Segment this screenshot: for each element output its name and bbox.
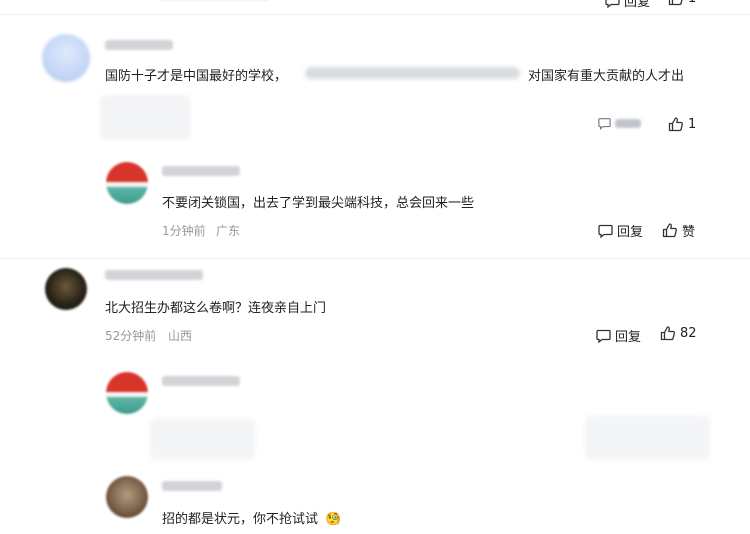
username-blurred[interactable]	[162, 481, 222, 491]
blurred-block	[150, 418, 255, 460]
top-partial-meta	[160, 0, 280, 3]
like-button[interactable]: 1	[668, 117, 696, 132]
comment-time: 1分钟前	[162, 224, 206, 238]
reply-label: 回复	[617, 225, 644, 240]
thumbs-up-icon	[668, 0, 684, 6]
like-button[interactable]: 赞	[662, 221, 695, 240]
divider	[0, 258, 750, 259]
reply-button[interactable]: 回复	[598, 221, 643, 240]
comment-text-content: 招的都是状元，你不抢试试	[162, 512, 319, 527]
comment-text: 北大招生办都这么卷啊？连夜亲自上门	[105, 301, 327, 316]
comment-icon	[598, 224, 613, 238]
thumbs-up-icon	[668, 117, 684, 132]
avatar[interactable]	[45, 268, 87, 310]
like-button-top[interactable]: 1	[668, 0, 696, 6]
like-count: 1	[688, 117, 697, 132]
blurred-block	[100, 95, 190, 140]
thumbs-up-icon	[660, 326, 676, 341]
reply-label-blurred	[615, 119, 641, 128]
comment-text-start: 国防十子才是中国最好的学校，	[105, 69, 288, 84]
avatar[interactable]	[106, 372, 148, 414]
comment-icon	[598, 117, 611, 130]
reply-button-top[interactable]: 回复	[605, 0, 650, 10]
reply-button[interactable]: 回复	[596, 326, 641, 345]
emoji: 🧐	[325, 512, 342, 527]
comment-text: 不要闭关锁国，出去了学到最尖端科技，总会回来一些	[162, 196, 475, 211]
comment-icon	[605, 0, 620, 8]
like-button[interactable]: 82	[660, 326, 697, 341]
comment-location: 广东	[216, 224, 241, 238]
comment-text-end: 对国家有重大贡献的人才出	[528, 69, 685, 84]
avatar[interactable]	[106, 476, 148, 518]
reply-label: 回复	[624, 0, 651, 10]
thumbs-up-icon	[662, 223, 678, 238]
like-count: 82	[680, 326, 697, 341]
comment-location: 山西	[168, 329, 193, 343]
blurred-block	[585, 415, 710, 460]
username-blurred[interactable]	[105, 40, 173, 50]
reply-button[interactable]	[598, 117, 641, 130]
divider	[0, 14, 750, 15]
username-blurred[interactable]	[162, 376, 240, 386]
avatar[interactable]	[106, 162, 148, 204]
comment-icon	[596, 329, 611, 343]
blurred-text	[305, 67, 520, 79]
comment-time: 52分钟前	[105, 329, 157, 343]
comment-text: 招的都是状元，你不抢试试 🧐	[162, 508, 341, 527]
username-blurred[interactable]	[162, 166, 240, 176]
reply-label: 回复	[615, 330, 642, 345]
username-blurred[interactable]	[105, 270, 203, 280]
like-label: 赞	[682, 225, 696, 240]
like-count: 1	[688, 0, 696, 6]
avatar[interactable]	[42, 34, 90, 82]
